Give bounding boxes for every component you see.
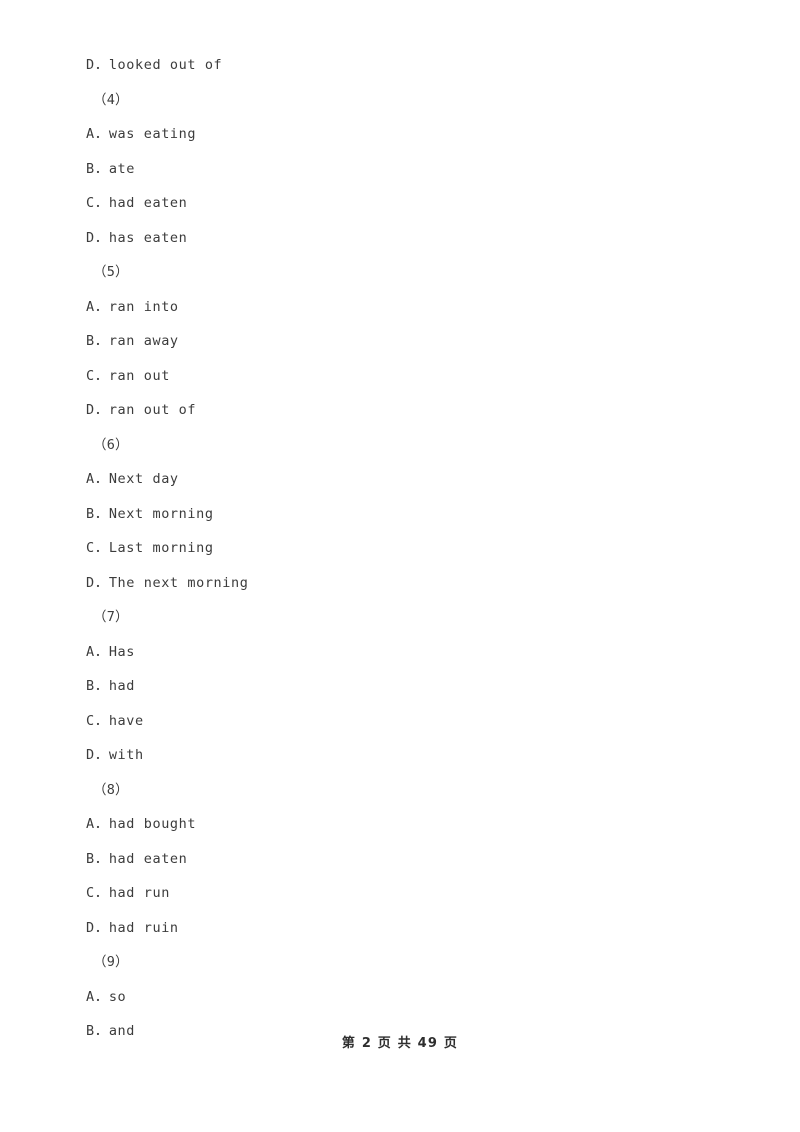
answer-option: B．Next morning (86, 505, 214, 522)
answer-option: D．ran out of (86, 402, 197, 418)
answer-option: D．looked out of (86, 57, 223, 73)
answer-option: B．ran away (86, 333, 179, 349)
answer-option: D．with (86, 747, 144, 763)
answer-option: D．had ruin (86, 919, 179, 936)
question-number-label: （6） (93, 436, 129, 453)
answer-option: C．have (86, 712, 144, 729)
answer-option: A．had bought (86, 816, 197, 832)
answer-option: A．Has (86, 643, 136, 660)
answer-option: B．had (86, 678, 136, 694)
answer-option: A．was eating (86, 126, 197, 142)
answer-option: A．so (86, 988, 127, 1005)
answer-option: B．ate (86, 160, 136, 177)
page-footer: 第 2 页 共 49 页 (341, 1036, 459, 1051)
answer-option: B．had eaten (86, 850, 188, 867)
question-options-list: D．looked out of （4） A．was eating B．ate C．had… (86, 48, 726, 1049)
answer-option: A．Next day (86, 471, 179, 487)
answer-option: D．The next morning (86, 574, 249, 591)
answer-option: C．Last morning (86, 540, 214, 556)
document-page: D．looked out of （4） A．was eating B．ate C．had… (0, 0, 800, 1132)
answer-option: C．had eaten (86, 195, 188, 211)
answer-option: D．has eaten (86, 229, 188, 246)
question-number-label: （4） (93, 91, 129, 108)
question-number-label: （5） (93, 264, 129, 280)
question-number-label: （8） (93, 781, 129, 798)
answer-option: A．ran into (86, 298, 179, 315)
question-number-label: （9） (93, 954, 129, 970)
answer-option: C．had run (86, 885, 170, 901)
answer-option: C．ran out (86, 367, 170, 384)
question-number-label: （7） (93, 609, 129, 625)
